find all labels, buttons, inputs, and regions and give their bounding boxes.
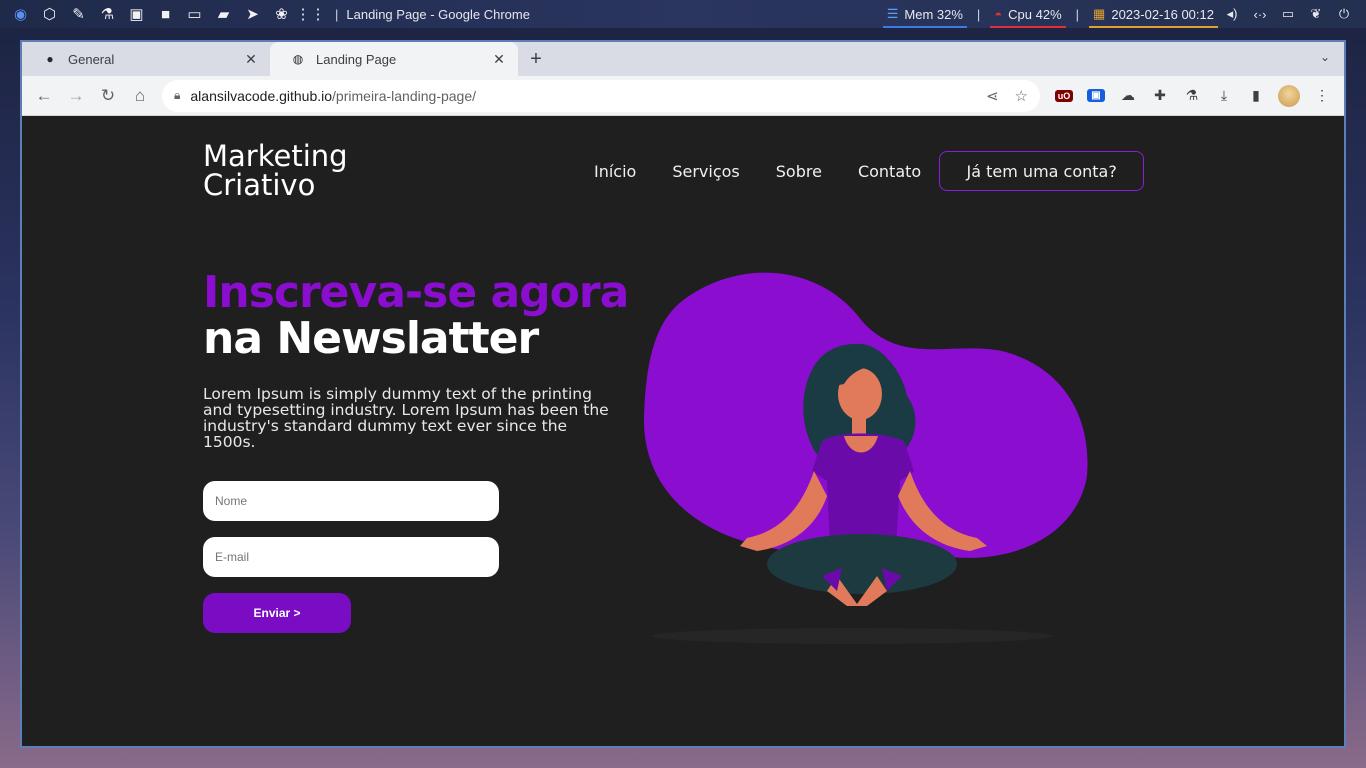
url-host: alansilvacode.github.io [190,87,333,104]
nav-link-inicio[interactable]: Início [594,162,636,181]
nav-link-sobre[interactable]: Sobre [776,162,822,181]
cloud-icon[interactable]: ☁ [1112,80,1144,112]
codepen-icon[interactable]: ⬡ [35,0,64,28]
hero-title-line-2: na Newslatter [203,313,539,364]
logo-line-1: Marketing [203,139,348,173]
side-panel-icon[interactable]: ▮ [1240,80,1272,112]
cpu-text: Cpu 42% [1008,6,1062,22]
legs [767,534,957,594]
chevron-down-icon[interactable]: ⌄ [1320,50,1330,64]
download-icon[interactable]: ⤓ [1208,80,1240,112]
ublock-icon[interactable]: uO [1048,80,1080,112]
floor-shadow [652,628,1052,644]
active-window-title[interactable]: Landing Page - Google Chrome [346,7,530,22]
paw-icon[interactable]: ❀ [267,0,296,28]
taskbar-status-area: ☰ Mem 32% | ◓ Cpu 42% | ▦ 2023-02-16 00:… [882,0,1366,28]
drive-icon[interactable]: ▭ [1274,6,1302,22]
site-logo[interactable]: Marketing Criativo [203,142,348,200]
forward-button[interactable]: → [60,80,92,112]
flask-icon[interactable]: ⚗ [93,0,122,28]
email-field[interactable] [203,537,499,577]
taskbar-launchers: ◉ ⬡ ✎ ⚗ ▣ ■ ▭ ▰ ➤ ❀ ⋮⋮ | Landing Page - … [0,0,530,28]
clock-widget[interactable]: ▦ 2023-02-16 00:12 [1089,0,1218,28]
tab-label: Landing Page [316,51,397,67]
taskbar-separator: | [335,6,339,22]
tab-landing-page[interactable]: ◍ Landing Page ✕ [270,42,518,76]
url-path: /primeira-landing-page/ [332,87,477,104]
omnibox-actions: ⋖ ☆ [986,87,1028,105]
globe-icon: ◍ [292,52,304,66]
more-menu-icon[interactable]: ⋮ [1306,80,1338,112]
lock-icon[interactable]: 🔒︎ [174,88,180,103]
profile-avatar[interactable] [1278,84,1300,107]
globe-icon[interactable]: ◉ [6,0,35,28]
volume-icon[interactable]: ◂) [1218,6,1246,22]
flask-icon[interactable]: ⚗ [1176,80,1208,112]
memory-widget[interactable]: ☰ Mem 32% [882,0,967,28]
taskbar-separator: | [976,6,981,22]
name-field[interactable] [203,481,499,521]
cpu-gauge-icon: ◓ [994,6,1003,22]
bitwarden-icon[interactable]: ▣ [1080,80,1112,112]
image-icon[interactable]: ▣ [122,0,151,28]
star-icon[interactable]: ☆ [1015,87,1028,105]
hero-title-line-1: Inscreva-se agora [203,267,629,318]
back-button[interactable]: ← [28,80,60,112]
address-bar[interactable]: 🔒︎ alansilvacode.github.io/primeira-land… [162,79,1040,112]
taskbar-separator: | [1075,6,1080,22]
tab-label: General [68,51,115,67]
memory-text: Mem 32% [904,6,963,22]
hero-title: Inscreva-se agora na Newslatter [203,267,629,364]
meditation-illustration [643,272,1088,644]
apps-grid-icon[interactable]: ⋮⋮ [296,0,326,28]
cpu-underline [990,26,1066,28]
login-button[interactable]: Já tem uma conta? [939,151,1145,191]
github-icon: ● [46,52,54,66]
landing-page: Marketing Criativo Início Serviços Sobre… [22,116,1344,746]
datetime-text: 2023-02-16 00:12 [1111,6,1214,22]
send-button[interactable]: Enviar > [203,593,351,633]
telegram-icon[interactable]: ➤ [238,0,267,28]
home-button[interactable]: ⌂ [124,80,156,112]
close-icon[interactable]: ✕ [242,51,260,68]
browser-window: ● General ✕ ◍ Landing Page ✕ + ⌄ ← → ↻ ⌂… [20,40,1346,748]
folder-icon[interactable]: ▰ [209,0,238,28]
eyedropper-icon[interactable]: ✎ [64,0,93,28]
extensions-bar: uO ▣ ☁ ✚ ⚗ ⤓ ▮ ⋮ [1048,80,1338,112]
url-text: alansilvacode.github.io/primeira-landing… [190,88,476,104]
cpu-widget[interactable]: ◓ Cpu 42% [990,0,1066,28]
video-icon[interactable]: ■ [151,0,180,28]
laptop-icon[interactable]: ▭ [180,0,209,28]
puzzle-icon[interactable]: ✚ [1144,80,1176,112]
memory-underline [882,26,967,28]
leaf-icon[interactable]: ❦ [1302,6,1330,22]
nav-link-servicos[interactable]: Serviços [672,162,739,181]
browser-toolbar: ← → ↻ ⌂ 🔒︎ alansilvacode.github.io/prime… [22,76,1344,116]
tab-strip: ● General ✕ ◍ Landing Page ✕ + ⌄ [22,42,1344,76]
nav-link-contato[interactable]: Contato [858,162,921,181]
close-icon[interactable]: ✕ [490,51,508,68]
network-icon[interactable]: ‹·› [1246,7,1274,22]
power-icon[interactable]: ⏻ [1330,6,1358,22]
tab-general[interactable]: ● General ✕ [22,42,270,76]
new-tab-button[interactable]: + [518,42,554,76]
calendar-icon: ▦ [1093,6,1106,21]
site-nav: Início Serviços Sobre Contato Já tem uma… [594,151,1145,191]
logo-line-2: Criativo [203,168,316,202]
share-icon[interactable]: ⋖ [986,87,999,105]
clock-underline [1089,26,1218,28]
memory-icon: ☰ [886,6,899,21]
hero-description: Lorem Ipsum is simply dummy text of the … [203,385,609,451]
reload-button[interactable]: ↻ [92,80,124,112]
neck [852,416,866,436]
system-taskbar: ◉ ⬡ ✎ ⚗ ▣ ■ ▭ ▰ ➤ ❀ ⋮⋮ | Landing Page - … [0,0,1366,28]
